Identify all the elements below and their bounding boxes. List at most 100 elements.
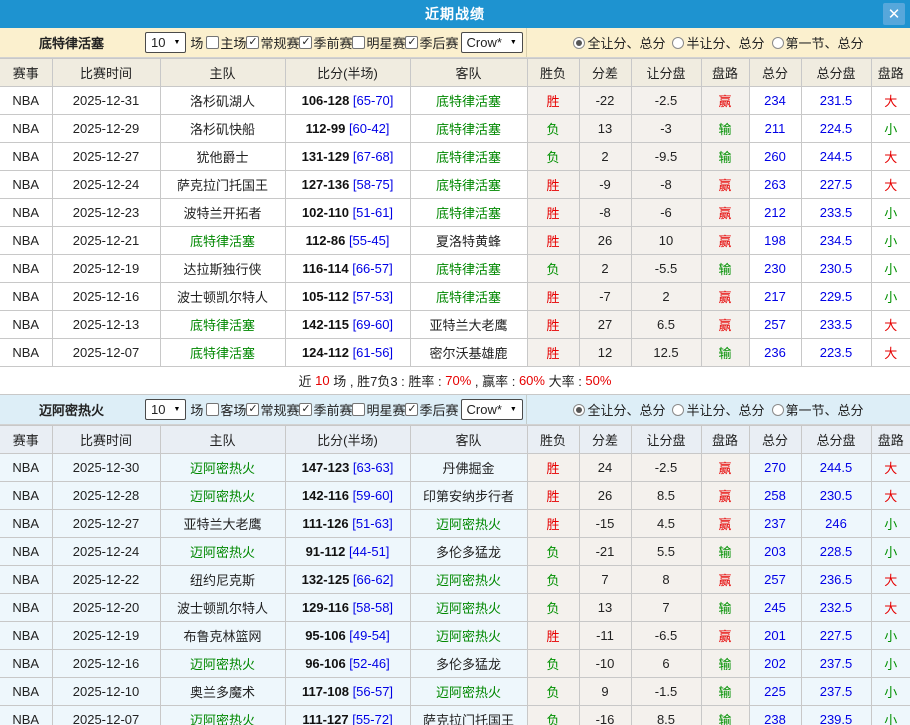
score-fulltime: 142-115 <box>302 317 349 332</box>
cell-league: NBA <box>0 311 52 339</box>
radio-icon[interactable] <box>772 37 784 49</box>
column-header-11: 盘路 <box>871 426 910 454</box>
filter-checkbox-0[interactable]: 客场 <box>206 400 246 419</box>
score-halftime: [52-46] <box>346 656 390 671</box>
company-select[interactable]: Crow*▼ <box>461 399 523 420</box>
checkbox-icon[interactable] <box>405 403 418 416</box>
checkbox-icon[interactable] <box>405 36 418 49</box>
view-radio-1[interactable]: 半让分、总分 <box>672 33 764 52</box>
view-options: 全让分、总分 半让分、总分 第一节、总分 <box>527 395 910 424</box>
cell-away-team: 底特律活塞 <box>410 255 527 283</box>
column-header-8: 盘路 <box>701 426 749 454</box>
cell-score: 105-112 [57-53] <box>285 283 410 311</box>
close-button[interactable]: ✕ <box>883 3 905 25</box>
cell-total-line: 230.5 <box>801 482 871 510</box>
cell-home-team: 底特律活塞 <box>160 339 285 367</box>
filter-checkbox-4[interactable]: 季后赛 <box>405 400 458 419</box>
cell-away-team: 底特律活塞 <box>410 115 527 143</box>
column-header-10: 总分盘 <box>801 426 871 454</box>
company-select[interactable]: Crow*▼ <box>461 32 523 53</box>
filter-checkbox-1[interactable]: 常规赛 <box>246 400 299 419</box>
filter-checkbox-0[interactable]: 主场 <box>206 33 246 52</box>
cell-date: 2025-12-16 <box>52 650 160 678</box>
score-halftime: [51-63] <box>349 516 393 531</box>
column-header-3: 比分(半场) <box>285 59 410 87</box>
filter-checkbox-label: 明星赛 <box>366 33 405 52</box>
checkbox-icon[interactable] <box>206 36 219 49</box>
score-fulltime: 112-86 <box>306 233 346 248</box>
window-title: 近期战绩 <box>425 4 485 24</box>
table-row: NBA2025-12-27亚特兰大老鹰111-126 [51-63]迈阿密热火胜… <box>0 510 910 538</box>
cell-handicap-result: 输 <box>701 706 749 725</box>
cell-result: 胜 <box>527 199 579 227</box>
cell-away-team: 迈阿密热火 <box>410 622 527 650</box>
radio-icon[interactable] <box>573 404 585 416</box>
table-row: NBA2025-12-16迈阿密热火96-106 [52-46]多伦多猛龙负-1… <box>0 650 910 678</box>
cell-date: 2025-12-28 <box>52 482 160 510</box>
view-radio-1[interactable]: 半让分、总分 <box>672 400 764 419</box>
cell-total-points: 257 <box>749 311 801 339</box>
cell-score: 142-115 [69-60] <box>285 311 410 339</box>
filter-checkbox-4[interactable]: 季后赛 <box>405 33 458 52</box>
checkbox-icon[interactable] <box>206 403 219 416</box>
cell-away-team: 底特律活塞 <box>410 87 527 115</box>
radio-icon[interactable] <box>772 404 784 416</box>
radio-icon[interactable] <box>573 37 585 49</box>
filter-checkbox-1[interactable]: 常规赛 <box>246 33 299 52</box>
cell-league: NBA <box>0 538 52 566</box>
score-fulltime: 131-129 <box>302 149 350 164</box>
filter-bar-left: 底特律活塞10▼场主场常规赛季前赛明星赛季后赛Crow*▼ <box>0 28 527 57</box>
score-halftime: [49-54] <box>346 628 390 643</box>
view-radio-label: 第一节、总分 <box>786 400 864 419</box>
cell-score-diff: -10 <box>579 650 631 678</box>
cell-total-line: 233.5 <box>801 199 871 227</box>
radio-icon[interactable] <box>672 37 684 49</box>
cell-ou-result: 小 <box>871 650 910 678</box>
filter-checkbox-2[interactable]: 季前赛 <box>299 33 352 52</box>
checkbox-icon[interactable] <box>352 36 365 49</box>
cell-total-points: 230 <box>749 255 801 283</box>
score-halftime: [66-62] <box>349 572 393 587</box>
filter-checkbox-2[interactable]: 季前赛 <box>299 400 352 419</box>
table-row: NBA2025-12-31洛杉矶湖人106-128 [65-70]底特律活塞胜-… <box>0 87 910 115</box>
cell-date: 2025-12-19 <box>52 622 160 650</box>
cell-result: 负 <box>527 594 579 622</box>
summary-text-segment: , 赢率 : <box>471 371 519 390</box>
games-count-select[interactable]: 10▼ <box>145 399 186 420</box>
score-fulltime: 112-99 <box>306 121 346 136</box>
filter-checkbox-label: 季前赛 <box>313 33 352 52</box>
column-header-6: 分差 <box>579 59 631 87</box>
cell-score: 147-123 [63-63] <box>285 454 410 482</box>
checkbox-icon[interactable] <box>352 403 365 416</box>
cell-ou-result: 大 <box>871 339 910 367</box>
radio-icon[interactable] <box>672 404 684 416</box>
score-fulltime: 111-127 <box>302 712 348 725</box>
filter-checkbox-3[interactable]: 明星赛 <box>352 33 405 52</box>
view-radio-2[interactable]: 第一节、总分 <box>772 400 864 419</box>
cell-league: NBA <box>0 255 52 283</box>
cell-total-line: 231.5 <box>801 87 871 115</box>
cell-total-line: 223.5 <box>801 339 871 367</box>
cell-handicap-result: 赢 <box>701 283 749 311</box>
cell-away-team: 萨克拉门托国王 <box>410 706 527 725</box>
cell-handicap-result: 赢 <box>701 510 749 538</box>
cell-date: 2025-12-07 <box>52 339 160 367</box>
dropdown-arrow-icon: ▼ <box>173 406 180 413</box>
checkbox-icon[interactable] <box>246 36 259 49</box>
view-radio-label: 半让分、总分 <box>686 400 764 419</box>
cell-handicap-result: 赢 <box>701 454 749 482</box>
cell-handicap-line: 4.5 <box>631 510 701 538</box>
cell-ou-result: 大 <box>871 87 910 115</box>
cell-date: 2025-12-19 <box>52 255 160 283</box>
cell-total-points: 257 <box>749 566 801 594</box>
cell-score-diff: 26 <box>579 482 631 510</box>
filter-checkbox-3[interactable]: 明星赛 <box>352 400 405 419</box>
checkbox-icon[interactable] <box>246 403 259 416</box>
checkbox-icon[interactable] <box>299 403 312 416</box>
checkbox-icon[interactable] <box>299 36 312 49</box>
games-count-select[interactable]: 10▼ <box>145 32 186 53</box>
view-radio-2[interactable]: 第一节、总分 <box>772 33 864 52</box>
column-header-1: 比赛时间 <box>52 59 160 87</box>
view-radio-0[interactable]: 全让分、总分 <box>573 33 665 52</box>
view-radio-0[interactable]: 全让分、总分 <box>573 400 665 419</box>
